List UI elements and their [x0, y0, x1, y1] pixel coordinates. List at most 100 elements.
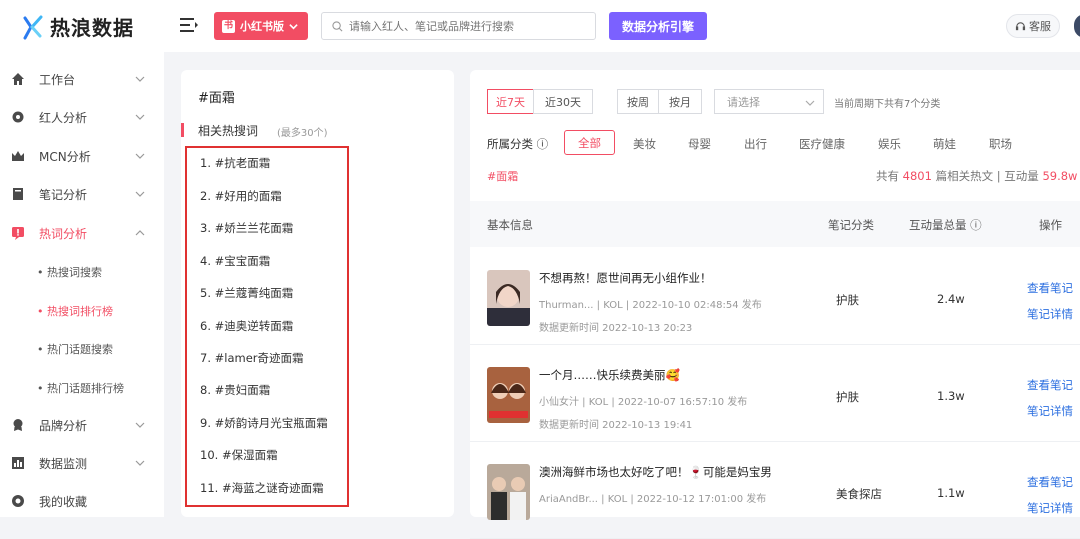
- hot-word-item[interactable]: 1. #抗老面霜: [200, 155, 270, 171]
- tab-30-days[interactable]: 近30天: [533, 89, 593, 114]
- sidebar-item-mcn[interactable]: MCN分析: [0, 137, 164, 175]
- note-meta: AriaAndBr... | KOL | 2022-10-12 17:01:00…: [539, 494, 767, 505]
- submenu-label: • 热门话题排行榜: [37, 382, 124, 395]
- hot-articles-panel: 近7天 近30天 按周 按月 请选择 当前周期下共有7个分类 所属分类 ⓘ 全部…: [470, 70, 1080, 539]
- note-title[interactable]: 澳洲海鲜市场也太好吃了吧！🍷可能是妈宝男: [539, 464, 772, 480]
- sidebar-item-influencer[interactable]: 红人分析: [0, 98, 164, 136]
- hot-word-item[interactable]: 5. #兰蔻菁纯面霜: [200, 285, 293, 301]
- hot-word-item[interactable]: 10. #保湿面霜: [200, 447, 278, 463]
- view-note-link[interactable]: 查看笔记: [1027, 377, 1073, 393]
- header-category: 笔记分类: [828, 218, 874, 232]
- category-beauty[interactable]: 美妆: [633, 136, 656, 152]
- category-entertainment[interactable]: 娱乐: [878, 136, 901, 152]
- chevron-down-icon: [135, 114, 145, 120]
- search-box[interactable]: [321, 12, 596, 40]
- note-updated: 数据更新时间 2022-10-13 20:23: [539, 323, 693, 334]
- hot-words-list: 1. #抗老面霜 2. #好用的面霜 3. #娇兰兰花面霜 4. #宝宝面霜 5…: [185, 146, 349, 507]
- period-select-placeholder: 请选择: [727, 95, 760, 109]
- view-note-link[interactable]: 查看笔记: [1027, 280, 1073, 296]
- note-interaction: 2.4w: [937, 292, 965, 306]
- category-health[interactable]: 医疗健康: [799, 136, 845, 152]
- note-meta: Thurman... | KOL | 2022-10-10 02:48:54 发…: [539, 300, 762, 311]
- tab-by-month[interactable]: 按月: [658, 89, 702, 114]
- service-button[interactable]: 客服: [1006, 14, 1060, 38]
- category-all[interactable]: 全部: [564, 130, 615, 155]
- book-icon: [13, 188, 23, 200]
- sidebar-item-workbench[interactable]: 工作台: [0, 60, 164, 98]
- note-detail-link[interactable]: 笔记详情: [1027, 500, 1073, 516]
- menu-toggle-icon[interactable]: [180, 17, 198, 33]
- data-engine-button[interactable]: 数据分析引擎: [609, 12, 707, 40]
- note-thumbnail[interactable]: [487, 367, 530, 423]
- chevron-down-icon: [135, 460, 145, 466]
- category-kids[interactable]: 萌娃: [933, 136, 956, 152]
- sidebar-item-brand[interactable]: 品牌分析: [0, 406, 164, 444]
- tab-by-week[interactable]: 按周: [617, 89, 659, 114]
- logo[interactable]: 热浪数据: [22, 12, 134, 41]
- search-input[interactable]: [349, 19, 579, 33]
- fire-icon: [12, 227, 24, 240]
- hot-word-item[interactable]: 8. #贵妇面霜: [200, 382, 270, 398]
- sidebar-item-label: 红人分析: [39, 110, 88, 125]
- sidebar-item-label: 工作台: [39, 72, 76, 87]
- submenu-hotword-search[interactable]: • 热搜词搜索: [0, 253, 164, 291]
- home-icon: [12, 73, 24, 85]
- submenu-topic-ranking[interactable]: • 热门话题排行榜: [0, 369, 164, 407]
- sidebar-item-monitor[interactable]: 数据监测: [0, 444, 164, 482]
- submenu-hotword-ranking[interactable]: • 热搜词排行榜: [0, 292, 164, 330]
- note-thumbnail[interactable]: [487, 464, 530, 520]
- note-title[interactable]: 不想再熬！愿世间再无小组作业！: [539, 270, 712, 286]
- avatar[interactable]: [1074, 14, 1080, 38]
- note-thumbnail-image: [487, 270, 530, 326]
- hot-word-item[interactable]: 7. #lamer奇迹面霜: [200, 350, 304, 366]
- chevron-down-icon: [289, 23, 298, 29]
- sidebar-item-notes[interactable]: 笔记分析: [0, 175, 164, 213]
- hot-word-item[interactable]: 11. #海蓝之谜奇迹面霜: [200, 480, 324, 496]
- note-detail-link[interactable]: 笔记详情: [1027, 306, 1073, 322]
- hot-word-item[interactable]: 2. #好用的面霜: [200, 188, 282, 204]
- hot-word-item[interactable]: 6. #迪奥逆转面霜: [200, 318, 293, 334]
- hot-word-item[interactable]: 9. #娇韵诗月光宝瓶面霜: [200, 415, 328, 431]
- sidebar-item-label: 笔记分析: [39, 187, 88, 202]
- category-career[interactable]: 职场: [989, 136, 1012, 152]
- submenu-topic-search[interactable]: • 热门话题搜索: [0, 330, 164, 368]
- period-select[interactable]: 请选择: [714, 89, 824, 114]
- hot-word-item[interactable]: 4. #宝宝面霜: [200, 253, 270, 269]
- chevron-down-icon: [135, 191, 145, 197]
- service-label: 客服: [1029, 20, 1051, 33]
- platform-selector[interactable]: 书 小红书版: [214, 12, 308, 40]
- hot-word-item[interactable]: 3. #娇兰兰花面霜: [200, 220, 293, 236]
- top-bar: 热浪数据 书 小红书版 数据分析引擎 客服: [0, 0, 1080, 52]
- note-meta: 小仙女汁 | KOL | 2022-10-07 16:57:10 发布: [539, 397, 748, 408]
- note-interaction: 1.1w: [937, 486, 965, 500]
- header-action: 操作: [1039, 218, 1062, 232]
- sidebar-item-label: 品牌分析: [39, 418, 88, 433]
- note-category: 护肤: [836, 390, 859, 404]
- note-thumbnail[interactable]: [487, 270, 530, 326]
- header-interaction[interactable]: 互动量总量 ⓘ: [909, 217, 982, 233]
- category-baby[interactable]: 母婴: [688, 136, 711, 152]
- summary-text: 共有 4801 篇相关热文 | 互动量 59.8w: [876, 168, 1077, 184]
- sidebar-item-label: MCN分析: [39, 149, 91, 164]
- chevron-down-icon: [135, 153, 145, 159]
- sidebar: 工作台 红人分析 MCN分析 笔记分析 热词分析 • 热搜词搜索 • 热搜词排行…: [0, 52, 164, 517]
- current-tag: #面霜: [487, 170, 519, 183]
- note-title[interactable]: 一个月……快乐续费美丽🥰: [539, 367, 680, 383]
- chevron-down-icon: [805, 100, 815, 106]
- note-thumbnail-image: [487, 367, 530, 423]
- note-detail-link[interactable]: 笔记详情: [1027, 403, 1073, 419]
- sidebar-item-favorites[interactable]: 我的收藏: [0, 482, 164, 520]
- sidebar-item-hotwords[interactable]: 热词分析: [0, 214, 164, 252]
- tab-7-days[interactable]: 近7天: [487, 89, 534, 114]
- table-header: 基本信息 笔记分类 互动量总量 ⓘ 操作: [470, 201, 1080, 247]
- chart-icon: [12, 457, 24, 469]
- table-row: 澳洲海鲜市场也太好吃了吧！🍷可能是妈宝男 AriaAndBr... | KOL …: [470, 442, 1080, 539]
- period-note: 当前周期下共有7个分类: [834, 99, 941, 110]
- logo-icon: [23, 15, 43, 39]
- sidebar-item-label: 数据监测: [39, 456, 88, 471]
- table-row: 不想再熬！愿世间再无小组作业！ Thurman... | KOL | 2022-…: [470, 248, 1080, 345]
- submenu-label: • 热搜词搜索: [37, 266, 102, 279]
- category-travel[interactable]: 出行: [744, 136, 767, 152]
- view-note-link[interactable]: 查看笔记: [1027, 474, 1073, 490]
- header-info: 基本信息: [487, 218, 533, 232]
